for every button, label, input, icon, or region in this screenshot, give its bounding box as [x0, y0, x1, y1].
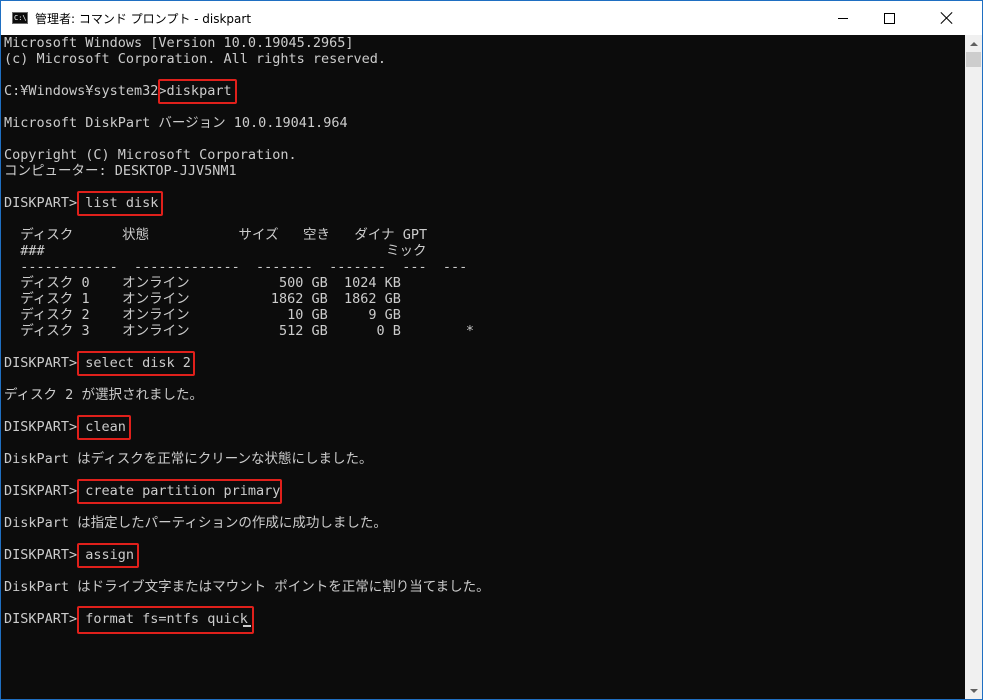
minimize-button[interactable] [820, 1, 866, 35]
vertical-scrollbar[interactable] [965, 35, 982, 699]
window-title: 管理者: コマンド プロンプト - diskpart [35, 12, 252, 26]
highlight-box-list-disk [77, 191, 163, 216]
console-line: ディスク 0 オンライン 500 GB 1024 KB [4, 275, 401, 291]
console-line: ディスク 3 オンライン 512 GB 0 B * [4, 323, 475, 339]
text-cursor [243, 625, 251, 627]
highlight-box-assign [77, 543, 139, 568]
highlight-box-clean [77, 415, 131, 440]
console-line: コンピューター: DESKTOP-JJV5NM1 [4, 163, 237, 179]
highlight-box-diskpart [158, 79, 237, 104]
scroll-thumb[interactable] [966, 52, 981, 67]
arrow-up-icon [969, 41, 978, 46]
arrow-down-icon [969, 688, 978, 693]
console-line: Microsoft DiskPart バージョン 10.0.19041.964 [4, 115, 348, 131]
highlight-box-select-disk [77, 351, 195, 376]
scroll-up-button[interactable] [965, 35, 982, 52]
scroll-down-button[interactable] [965, 682, 982, 699]
title-bar[interactable]: C:\. 管理者: コマンド プロンプト - diskpart [1, 1, 982, 35]
console-line: ------------ ------------- ------- -----… [4, 259, 468, 275]
command-prompt-window: C:\. 管理者: コマンド プロンプト - diskpart Microsof… [0, 0, 983, 700]
console-line: ディスク 2 が選択されました。 [4, 387, 203, 403]
close-button[interactable] [912, 1, 982, 35]
console-line: (c) Microsoft Corporation. All rights re… [4, 51, 387, 67]
console-line: DiskPart は指定したパーティションの作成に成功しました。 [4, 515, 387, 531]
close-icon [940, 11, 954, 25]
maximize-button[interactable] [866, 1, 912, 35]
minimize-icon [838, 17, 848, 19]
console-line: ディスク 2 オンライン 10 GB 9 GB [4, 307, 401, 323]
highlight-box-create-partition [77, 479, 282, 504]
console-line: ディスク 1 オンライン 1862 GB 1862 GB [4, 291, 401, 307]
highlight-box-format [77, 606, 254, 634]
console-output[interactable]: Microsoft Windows [Version 10.0.19045.29… [1, 35, 965, 699]
console-line: ### ミック [4, 243, 427, 259]
console-line: ディスク 状態 サイズ 空き ダイナ GPT [4, 227, 428, 243]
console-line: Microsoft Windows [Version 10.0.19045.29… [4, 35, 354, 51]
maximize-icon [883, 12, 895, 24]
console-line: Copyright (C) Microsoft Corporation. [4, 147, 297, 163]
console-app-icon[interactable]: C:\. [12, 12, 31, 24]
console-line: DiskPart はディスクを正常にクリーンな状態にしました。 [4, 451, 373, 467]
console-line: DiskPart はドライブ文字またはマウント ポイントを正常に割り当てました。 [4, 579, 490, 595]
